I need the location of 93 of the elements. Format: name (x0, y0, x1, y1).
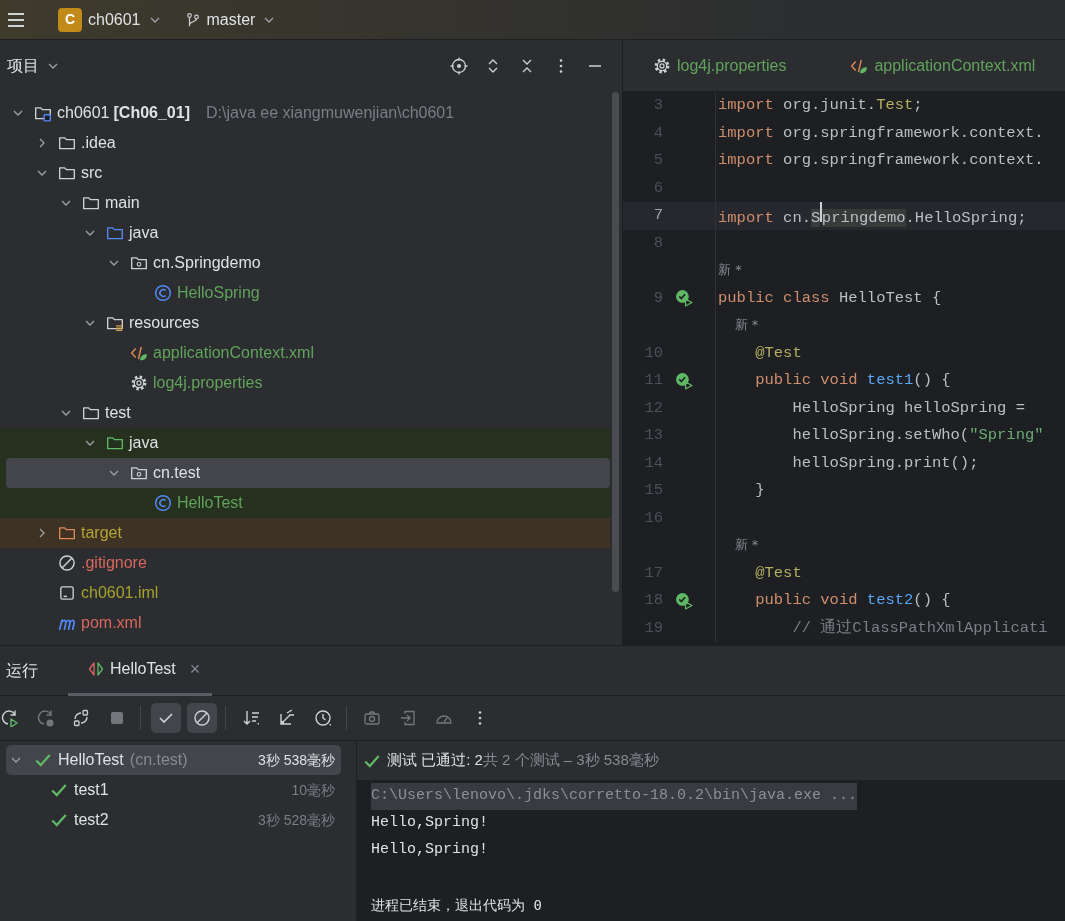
editor-tab[interactable]: log4j.properties (647, 49, 793, 82)
code-hint: 新 * (733, 536, 759, 555)
tree-item[interactable]: resources (0, 308, 610, 338)
test-result-item[interactable]: test1 10毫秒 (6, 775, 341, 805)
console-command: C:\Users\lenovo\.jdks\corretto-18.0.2\bin\java.exe ... (371, 783, 858, 810)
tree-item[interactable]: HelloSpring (0, 278, 610, 308)
tree-item[interactable]: applicationContext.xml (0, 338, 610, 368)
prohibited-icon (193, 709, 211, 727)
tree-item[interactable]: log4j.properties (0, 368, 610, 398)
code-line: helloSpring.setWho("Spring" (791, 425, 1044, 447)
folder-icon (106, 224, 124, 242)
code-line: import org.springframework.context. (718, 150, 1044, 172)
gear-icon (653, 56, 671, 75)
code-line: } (754, 480, 765, 502)
folder-icon (58, 524, 76, 542)
tree-item[interactable]: cn.test (6, 458, 610, 488)
sort-icon (242, 709, 260, 727)
test-passed-run-icon[interactable] (675, 371, 693, 390)
folder-icon (82, 404, 100, 422)
console-output: Hello,Spring! (371, 840, 489, 861)
more-options-icon (478, 710, 482, 726)
tree-item[interactable]: java (0, 428, 610, 458)
prohibited-icon (58, 554, 76, 572)
module-folder-icon (34, 104, 52, 122)
scrollbar-thumb[interactable] (612, 92, 619, 592)
import-icon (399, 709, 417, 727)
tree-item[interactable]: target (0, 518, 610, 548)
package-folder-icon (130, 254, 148, 272)
test-summary-detail: 共 2 个测试 – 3秒 538毫秒 (482, 750, 659, 771)
test-class-icon (88, 661, 104, 677)
test-result-item[interactable]: test2 3秒 528毫秒 (6, 805, 341, 835)
code-line: helloSpring.print(); (791, 452, 979, 474)
tree-item[interactable]: .gitignore (0, 548, 610, 578)
clock-icon (314, 709, 332, 727)
editor-tab[interactable]: applicationContext.xml (844, 49, 1042, 82)
tree-item[interactable]: src (0, 158, 610, 188)
tree-item[interactable]: cn.Springdemo (0, 248, 610, 278)
tree-item[interactable]: pom.xml (0, 608, 610, 638)
project-selector[interactable]: C ch0601 (52, 5, 169, 34)
tree-item[interactable]: test (0, 398, 610, 428)
checkmark-button[interactable] (151, 703, 181, 733)
branch-selector[interactable]: master (178, 5, 284, 34)
tree-item[interactable]: main (0, 188, 610, 218)
code-hint: 新 * (718, 261, 742, 280)
console-output: Hello,Spring! (371, 813, 489, 834)
code-hint: 新 * (733, 316, 759, 335)
test-result-item[interactable]: HelloTest (cn.test) 3秒 538毫秒 (6, 745, 341, 775)
tree-item[interactable]: HelloTest (0, 488, 610, 518)
tree-item[interactable]: ch0601 [Ch06_01] D:\java ee xiangmuwenjian\ch0601 (0, 98, 610, 128)
panel-title: 运行 (6, 660, 38, 681)
sync-arrows-icon (72, 709, 90, 727)
branch-icon (184, 11, 201, 28)
prohibited-button[interactable] (187, 703, 217, 733)
xml-file-icon (130, 344, 148, 362)
stop-icon (108, 709, 126, 727)
code-line: @Test (754, 562, 802, 584)
project-badge: C (58, 7, 82, 32)
code-line: // 通过ClassPathXmlApplicati (791, 617, 1048, 639)
tree-item[interactable]: ch0601.iml (0, 578, 610, 608)
panel-title-dropdown[interactable]: 项目 (7, 52, 67, 80)
rerun-failed-icon (36, 709, 54, 727)
tree-item[interactable]: .idea (0, 128, 610, 158)
code-line: HelloSpring helloSpring = (791, 397, 1026, 419)
rerun-icon (0, 709, 18, 727)
code-line: public class HelloTest { (718, 287, 942, 309)
tree-item[interactable]: java (0, 218, 610, 248)
close-icon[interactable]: × (189, 655, 201, 683)
folder-icon (58, 134, 76, 152)
test-passed-run-icon[interactable] (675, 591, 693, 610)
collapse-arrow-icon (278, 709, 296, 727)
folder-icon (58, 164, 76, 182)
folder-icon (82, 194, 100, 212)
class-icon (154, 494, 172, 512)
folder-icon (106, 434, 124, 452)
camera-icon (363, 709, 381, 727)
code-line: public void test1() { (754, 370, 951, 392)
code-line: import cn.Springdemo.HelloSpring; (718, 202, 1027, 230)
gear-icon (130, 374, 148, 392)
line-number: 7 (652, 205, 663, 227)
crosshair-icon[interactable] (450, 57, 468, 75)
code-line: public void test2() { (754, 590, 951, 612)
run-tab[interactable]: HelloTest × (68, 645, 213, 696)
code-line: @Test (754, 342, 802, 364)
more-options-icon[interactable] (559, 58, 563, 74)
code-line: import org.springframework.context. (718, 122, 1044, 144)
test-passed-run-icon[interactable] (675, 289, 693, 308)
test-summary: 测试 已通过: 2 (387, 750, 483, 771)
class-icon (154, 284, 172, 302)
resources-folder-icon (106, 314, 124, 332)
code-line: import org.junit.Test; (718, 95, 923, 117)
package-folder-icon (130, 464, 148, 482)
module-file-icon (58, 584, 76, 602)
console-output: 进程已结束，退出代码为 0 (371, 896, 542, 915)
